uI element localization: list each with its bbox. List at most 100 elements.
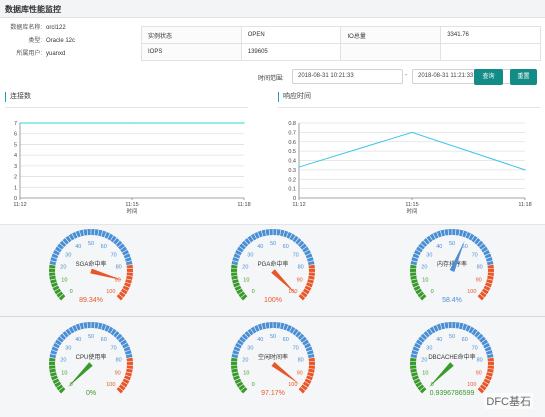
y-tick-label: 0.2: [288, 177, 296, 183]
y-tick-label: 0.5: [288, 149, 296, 155]
x-tick-label: 11:18: [518, 202, 531, 208]
gauge-value: 0.9396786599: [430, 390, 475, 397]
gauge-tick-label: 90: [115, 371, 121, 377]
reset-button[interactable]: 重置: [510, 69, 537, 85]
gauge-tick-label: 30: [247, 346, 253, 352]
gauge-tick-label: 90: [476, 278, 482, 284]
gauge-pga-hit-ratio: 010 20 30 40 50 60 70 80 90100 PGA命中率 100%: [231, 229, 315, 304]
gauge-tick-label: 10: [61, 371, 67, 377]
empty-cell: [440, 43, 541, 61]
start-time-input[interactable]: 2018-08-31 10:21:33: [292, 69, 403, 84]
y-tick-label: 3: [14, 164, 17, 170]
gauge-title: PGA命中率: [258, 260, 289, 268]
gauge-tick-label: 10: [243, 278, 249, 284]
gauge-title: 空闲时间率: [258, 353, 288, 361]
gauge-tick-label: 20: [60, 265, 66, 271]
db-type-label: 类型:: [28, 38, 42, 44]
gauge-needle: [271, 362, 300, 385]
gauge-tick-label: 100: [467, 382, 476, 388]
gauge-tick-label: 70: [293, 253, 299, 259]
response-time-chart: 00.10.20.30.40.50.60.70.811:12 11:15 11:18…: [288, 121, 531, 215]
gauge-tick-label: 70: [472, 346, 478, 352]
gauge-band: [410, 229, 494, 266]
gauge-band: [231, 229, 315, 266]
gauge-tick-label: 70: [293, 346, 299, 352]
gauge-tick-label: 30: [247, 253, 253, 259]
gauge-title: DBCACHE命中率: [428, 353, 475, 361]
gauge-tick-label: 30: [65, 253, 71, 259]
table-row: 实例状态 OPEN IO总量 3341.76: [141, 26, 541, 44]
gauge-tick-label: 100: [288, 289, 297, 295]
x-tick-label: 11:12: [13, 202, 26, 208]
gauge-tick-label: 60: [283, 244, 289, 250]
query-button[interactable]: 查询: [474, 69, 503, 85]
gauge-idle-time-ratio: 010 20 30 40 50 60 70 80 90100 空闲时间率 97.17%: [231, 322, 315, 397]
gauge-band: [231, 322, 315, 359]
data-point: [411, 131, 413, 133]
db-owner-value: yuanxd: [46, 51, 66, 57]
gauge-value: 100%: [264, 297, 282, 304]
section-divider: [278, 107, 540, 108]
db-name-value: orcl122: [46, 25, 66, 31]
data-point: [524, 169, 526, 171]
iops-label: IOPS: [141, 43, 242, 61]
gauge-row-divider: [0, 316, 545, 317]
watermark-text: DFC基石: [484, 393, 533, 409]
gauge-tick-label: 80: [116, 358, 122, 364]
connections-chart: 0123456711:12 11:15 11:18时间: [13, 121, 250, 215]
gauge-tick-label: 40: [436, 337, 442, 343]
io-total-label: IO总量: [340, 26, 442, 44]
x-tick-label: 11:15: [125, 202, 138, 208]
gauge-tick-label: 50: [449, 241, 455, 247]
gauge-tick-label: 10: [243, 371, 249, 377]
db-info-row: 数据库名称: orcl122: [2, 23, 132, 36]
gauge-tick-label: 20: [421, 358, 427, 364]
gauge-tick-label: 0: [252, 289, 255, 295]
gauge-tick-label: 40: [257, 244, 263, 250]
gauge-needle: [67, 362, 93, 388]
x-tick-label: 11:18: [237, 202, 250, 208]
gauge-tick-label: 70: [472, 253, 478, 259]
gauge-tick-label: 100: [106, 289, 115, 295]
y-tick-label: 2: [14, 175, 17, 181]
gauge-tick-label: 10: [61, 278, 67, 284]
stats-table: 实例状态 OPEN IO总量 3341.76 IOPS 139605: [141, 26, 541, 61]
connections-section-title: 连接数: [5, 92, 31, 102]
gauge-tick-label: 40: [75, 337, 81, 343]
gauge-tick-label: 100: [106, 382, 115, 388]
y-tick-label: 0.6: [288, 140, 296, 146]
gauge-tick-label: 0: [252, 382, 255, 388]
db-info-row: 类型: Oracle 12c: [2, 36, 132, 49]
gauge-tick-label: 80: [298, 358, 304, 364]
gauge-sga-hit-ratio: 0102030405060708090100SGA命中率89.34%: [49, 229, 133, 304]
y-tick-label: 0.8: [288, 121, 296, 127]
gauge-band: [49, 229, 133, 266]
db-type-value: Oracle 12c: [46, 38, 76, 44]
instance-status-value: OPEN: [240, 26, 342, 44]
gauge-tick-label: 20: [421, 265, 427, 271]
db-info-row: 所属用户: yuanxd: [2, 49, 132, 62]
gauge-tick-label: 20: [242, 358, 248, 364]
y-tick-label: 6: [14, 132, 17, 138]
y-tick-label: 0.3: [288, 168, 296, 174]
db-owner-label: 所属用户:: [16, 51, 42, 57]
gauge-tick-label: 30: [426, 346, 432, 352]
empty-cell: [340, 43, 442, 61]
gauge-value: 89.34%: [79, 297, 103, 304]
response-section-title: 响应时间: [278, 92, 311, 102]
instance-status-label: 实例状态: [141, 26, 242, 44]
gauge-tick-label: 0: [70, 289, 73, 295]
gauge-tick-label: 60: [462, 337, 468, 343]
page-title: 数据库性能监控: [5, 5, 61, 14]
gauge-band: [49, 322, 133, 359]
table-row: IOPS 139605: [141, 43, 541, 61]
db-info-panel: 数据库名称: orcl122 类型: Oracle 12c 所属用户: yuan…: [2, 23, 132, 62]
y-tick-label: 4: [14, 153, 17, 159]
end-time-input[interactable]: 2018-08-31 11:21:33: [412, 69, 523, 84]
db-name-label: 数据库名称:: [10, 25, 42, 31]
gauge-tick-label: 90: [476, 371, 482, 377]
gauge-tick-label: 90: [297, 371, 303, 377]
gauge-tick-label: 50: [449, 334, 455, 340]
gauge-tick-label: 50: [270, 334, 276, 340]
gauge-needle: [271, 269, 297, 295]
